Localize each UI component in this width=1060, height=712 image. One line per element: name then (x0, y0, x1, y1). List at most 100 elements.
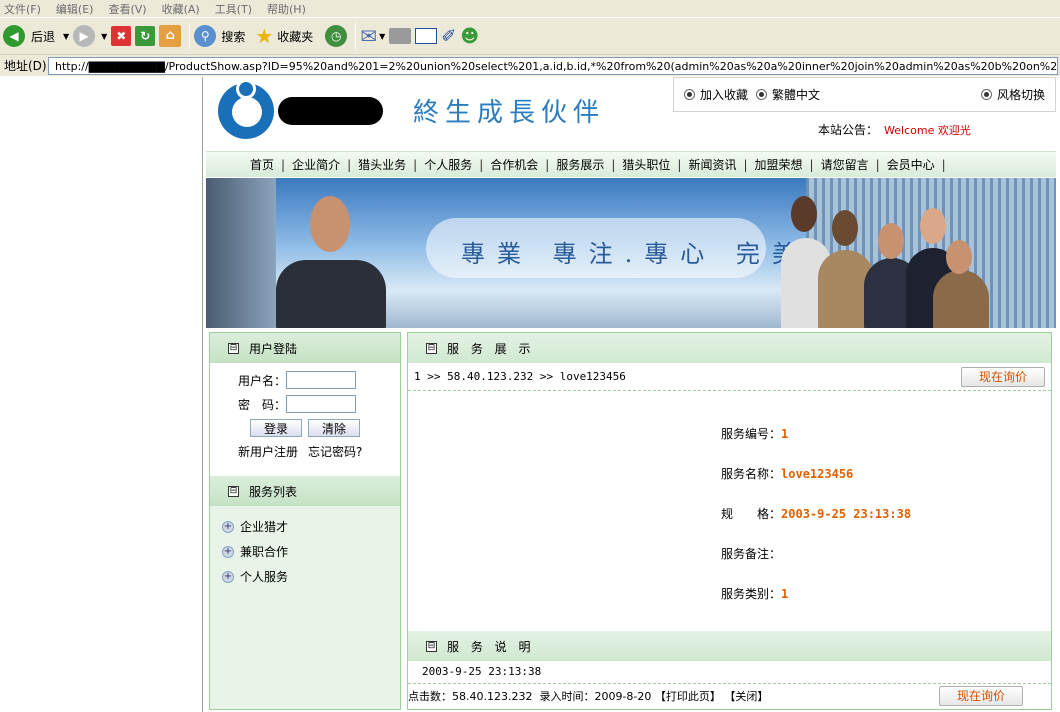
web-page: 終生成長伙伴 加入收藏 繁體中文 风格切换 本站公告： Welcome 欢迎光 首… (206, 77, 1056, 712)
breadcrumb-row: 1 >> 58.40.123.232 >> love123456 现在询价 (408, 363, 1051, 391)
service-list-title: 服务列表 (249, 484, 298, 499)
style-switch-link[interactable]: 风格切换 (997, 86, 1045, 103)
site-header: 終生成長伙伴 加入收藏 繁體中文 风格切换 本站公告： Welcome 欢迎光 (206, 77, 1056, 150)
stop-button[interactable]: ✖ (111, 21, 132, 51)
messenger-button[interactable]: ☻ (460, 21, 479, 51)
plus-icon: + (222, 545, 234, 558)
forward-arrow-icon: ▶ (73, 25, 96, 47)
menu-help[interactable]: 帮助(H) (267, 1, 306, 17)
forward-button[interactable]: ▶ ▼ (73, 21, 107, 51)
login-form: 用户名： 密 码： 登录 清除 新用户注册 忘记密码? (210, 363, 400, 476)
service-desc-header: ⊟ 服 务 说 明 (408, 631, 1051, 661)
browser-toolbar: ◀ 后退 ▼ ▶ ▼ ✖ ↻ ⌂ ⚲ 搜索 ★ 收藏夹 ◷ ✉ ▼ ✐ ☻ (0, 17, 1060, 54)
service-desc-title: 服 务 说 明 (447, 639, 535, 654)
discuss-icon: ✐ (441, 25, 457, 47)
nav-services[interactable]: 服务展示 (556, 156, 604, 173)
ask-price-button[interactable]: 现在询价 (961, 366, 1045, 387)
service-list: + 企业猎才 + 兼职合作 + 个人服务 (210, 506, 400, 589)
nav-home[interactable]: 首页 (250, 156, 274, 173)
history-button[interactable]: ◷ (325, 21, 348, 51)
favorites-button[interactable]: ★ 收藏夹 (255, 21, 313, 51)
login-button[interactable]: 登录 (250, 419, 302, 437)
menu-bar: 文件(F) 编辑(E) 查看(V) 收藏(A) 工具(T) 帮助(H) (0, 0, 1060, 17)
refresh-button[interactable]: ↻ (135, 21, 156, 51)
address-bar: 地址(D) http://▇▇▇▇▇▇▇▇▇/ProductShow.asp?I… (0, 54, 1060, 76)
banner-team-head (878, 223, 904, 259)
username-input[interactable] (286, 371, 357, 389)
clear-button[interactable]: 清除 (308, 419, 360, 437)
menu-favorites[interactable]: 收藏(A) (162, 1, 200, 17)
banner-team-member (933, 270, 989, 328)
register-link[interactable]: 新用户注册 (238, 443, 298, 460)
nav-news[interactable]: 新闻资讯 (688, 156, 736, 173)
messenger-icon: ☻ (460, 25, 480, 47)
nav-jobs[interactable]: 猎头职位 (622, 156, 670, 173)
plus-icon: + (222, 520, 234, 533)
dropdown-arrow-icon[interactable]: ▼ (63, 32, 69, 41)
edit-icon (415, 28, 438, 44)
main-nav: 首页 | 企业简介 | 猎头业务 | 个人服务 | 合作机会 | 服务展示 | 猎头职位 | … (206, 151, 1056, 177)
left-pane (0, 77, 203, 712)
service-list-item[interactable]: + 企业猎才 (210, 514, 400, 539)
menu-edit[interactable]: 编辑(E) (56, 1, 94, 17)
refresh-icon: ↻ (135, 26, 156, 46)
password-input[interactable] (286, 395, 357, 413)
nav-separator: | (809, 157, 814, 172)
ask-price-button-bottom[interactable]: 现在询价 (939, 685, 1023, 706)
username-label: 用户名： (238, 373, 287, 388)
toolbar-divider (189, 23, 191, 49)
nav-separator: | (677, 157, 682, 172)
field-remark: 服务备注： (721, 547, 782, 561)
footer-info: 点击数：58.40.123.232 录入时间：2009-8-20 【打印此页】 … (408, 689, 769, 703)
nav-join[interactable]: 加盟荣想 (755, 156, 803, 173)
service-show-header: ⊟ 服 务 展 示 (408, 333, 1051, 363)
redacted-logo-text (278, 97, 383, 125)
banner-building-left (206, 178, 276, 328)
edit-button[interactable] (415, 21, 438, 51)
collapse-icon: ⊟ (228, 485, 239, 497)
footer-row: 点击数：58.40.123.232 录入时间：2009-8-20 【打印此页】 … (408, 683, 1051, 707)
stop-icon: ✖ (111, 26, 132, 46)
discuss-button[interactable]: ✐ (441, 21, 456, 51)
password-label: 密 码： (238, 397, 287, 412)
add-favorite-link[interactable]: 加入收藏 (700, 86, 748, 103)
field-service-id: 服务编号：1 (721, 427, 789, 441)
field-spec: 规 格：2003-9-25 23:13:38 (721, 507, 912, 521)
nav-separator: | (941, 157, 946, 172)
nav-about[interactable]: 企业简介 (292, 156, 340, 173)
menu-file[interactable]: 文件(F) (4, 1, 41, 17)
service-list-item[interactable]: + 兼职合作 (210, 539, 400, 564)
service-list-item[interactable]: + 个人服务 (210, 564, 400, 589)
nav-personal[interactable]: 个人服务 (424, 156, 472, 173)
dropdown-arrow-icon[interactable]: ▼ (379, 32, 385, 41)
nav-separator: | (743, 157, 748, 172)
dropdown-arrow-icon[interactable]: ▼ (101, 32, 107, 41)
banner-businessman-head (310, 196, 350, 252)
site-notice: 本站公告： Welcome 欢迎光 (818, 121, 971, 138)
back-button[interactable]: ◀ 后退 ▼ (3, 21, 69, 51)
radio-icon (756, 89, 768, 100)
home-button[interactable]: ⌂ (159, 21, 182, 51)
nav-separator: | (545, 157, 550, 172)
nav-separator: | (875, 157, 880, 172)
printer-icon (389, 28, 412, 44)
nav-separator: | (479, 157, 484, 172)
address-input[interactable]: http://▇▇▇▇▇▇▇▇▇/ProductShow.asp?ID=95%2… (48, 57, 1058, 75)
main-content: ⊟ 服 务 展 示 1 >> 58.40.123.232 >> love1234… (407, 332, 1052, 710)
nav-members[interactable]: 会员中心 (887, 156, 935, 173)
banner-team-head (920, 208, 946, 244)
site-slogan: 終生成長伙伴 (413, 98, 606, 128)
traditional-chinese-link[interactable]: 繁體中文 (772, 86, 820, 103)
service-show-title: 服 务 展 示 (447, 341, 535, 356)
breadcrumb: 1 >> 58.40.123.232 >> love123456 (414, 370, 626, 383)
menu-view[interactable]: 查看(V) (108, 1, 146, 17)
nav-message[interactable]: 请您留言 (821, 156, 869, 173)
radio-icon (684, 89, 695, 100)
nav-cooperation[interactable]: 合作机会 (490, 156, 538, 173)
mail-button[interactable]: ✉ ▼ (360, 21, 385, 51)
forgot-password-link[interactable]: 忘记密码? (308, 443, 362, 460)
nav-headhunting[interactable]: 猎头业务 (358, 156, 406, 173)
menu-tools[interactable]: 工具(T) (215, 1, 252, 17)
print-button[interactable] (389, 21, 412, 51)
search-button[interactable]: ⚲ 搜索 (194, 21, 245, 51)
